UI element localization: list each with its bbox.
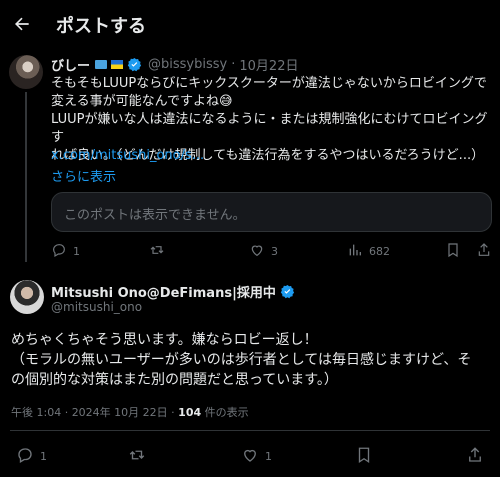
share-button[interactable] <box>466 446 484 467</box>
tweet-timestamp[interactable]: 午後 1:04 · 2024年 10月 22日 · <box>11 406 175 419</box>
top-bar: ポストする <box>0 0 500 48</box>
share-button[interactable] <box>476 242 492 261</box>
tweet-text-line: めちゃくちゃそう思います。嫌ならロビー返し！ <box>11 332 318 348</box>
author-handle[interactable]: @bissybissy <box>148 57 227 72</box>
tweet-header: びしー @bissybissy · 10月22日 <box>51 55 298 74</box>
retweet-icon <box>128 446 146 467</box>
views-count: 682 <box>369 245 390 258</box>
author-name[interactable]: びしー <box>51 55 90 74</box>
thread-connector <box>25 92 27 262</box>
like-count: 3 <box>271 245 278 258</box>
share-icon <box>476 242 492 261</box>
tweet-link[interactable]: x.com/mitsushi_ono/s... <box>51 148 204 163</box>
like-count: 1 <box>265 450 272 463</box>
verified-badge-icon <box>127 57 142 72</box>
views-button[interactable]: 682 <box>347 242 390 261</box>
retweet-icon <box>149 242 165 261</box>
heart-icon <box>249 242 265 261</box>
like-button[interactable]: 1 <box>241 446 272 467</box>
quoted-post-unavailable: このポストは表示できません。 <box>51 192 492 232</box>
like-button[interactable]: 3 <box>249 242 278 261</box>
views-count: 104 <box>178 406 202 419</box>
retweet-button[interactable] <box>128 446 146 467</box>
views-bar-chart-icon <box>347 242 363 261</box>
show-more-link[interactable]: さらに表示 <box>51 166 116 185</box>
reply-count: 1 <box>40 450 47 463</box>
views-label: 件の表示 <box>204 406 249 419</box>
bookmark-button[interactable] <box>445 242 461 261</box>
heart-icon <box>241 446 259 467</box>
tweet-text-line: 変える事が可能なんですよね😅 <box>51 94 233 109</box>
bookmark-icon <box>355 446 373 467</box>
bookmark-icon <box>445 242 461 261</box>
reply-button[interactable]: 1 <box>51 242 80 261</box>
quote-message: このポストは表示できません。 <box>64 208 246 223</box>
bookmark-button[interactable] <box>355 446 373 467</box>
tweet-actions: 1 1 <box>0 446 500 468</box>
ukraine-flag-icon <box>111 59 124 69</box>
reply-icon <box>16 446 34 467</box>
divider <box>10 430 490 431</box>
verified-badge-icon <box>280 284 295 299</box>
tweet-text: めちゃくちゃそう思います。嫌ならロビー返し！ （モラルの無いユーザーが多いのは歩… <box>11 330 495 390</box>
share-icon <box>466 446 484 467</box>
avatar[interactable] <box>9 55 43 89</box>
author-name[interactable]: Mitsushi Ono@DeFimans|採用中 <box>51 282 276 301</box>
laptop-emoji-icon <box>95 59 108 69</box>
separator: · <box>231 56 236 72</box>
tweet-actions: 1 3 682 <box>51 242 492 262</box>
tweet-text-line: （モラルの無いユーザーが多いのは歩行者としては毎日感じますけど、そ <box>11 352 472 368</box>
back-arrow-icon[interactable] <box>10 12 34 36</box>
page-title: ポストする <box>56 16 146 37</box>
avatar[interactable] <box>10 280 44 314</box>
author-name-row: Mitsushi Ono@DeFimans|採用中 <box>51 282 295 301</box>
tweet-text-line: の個別的な対策はまた別の問題だと思っています。） <box>11 372 338 388</box>
reply-button[interactable]: 1 <box>16 446 47 467</box>
author-handle[interactable]: @mitsushi_ono <box>51 300 142 314</box>
tweet-date[interactable]: 10月22日 <box>239 55 298 74</box>
reply-icon <box>51 242 67 261</box>
retweet-button[interactable] <box>149 242 165 261</box>
tweet-text-line: LUUPが嫌いな人は違法になるように・または規制強化にむけてロビイングす <box>51 112 488 145</box>
tweet-text-line: そもそもLUUPならびにキックスクーターが違法じゃないからロビイングで <box>51 76 487 91</box>
tweet-metadata: 午後 1:04 · 2024年 10月 22日 · 104 件の表示 <box>11 404 249 420</box>
reply-count: 1 <box>73 245 80 258</box>
